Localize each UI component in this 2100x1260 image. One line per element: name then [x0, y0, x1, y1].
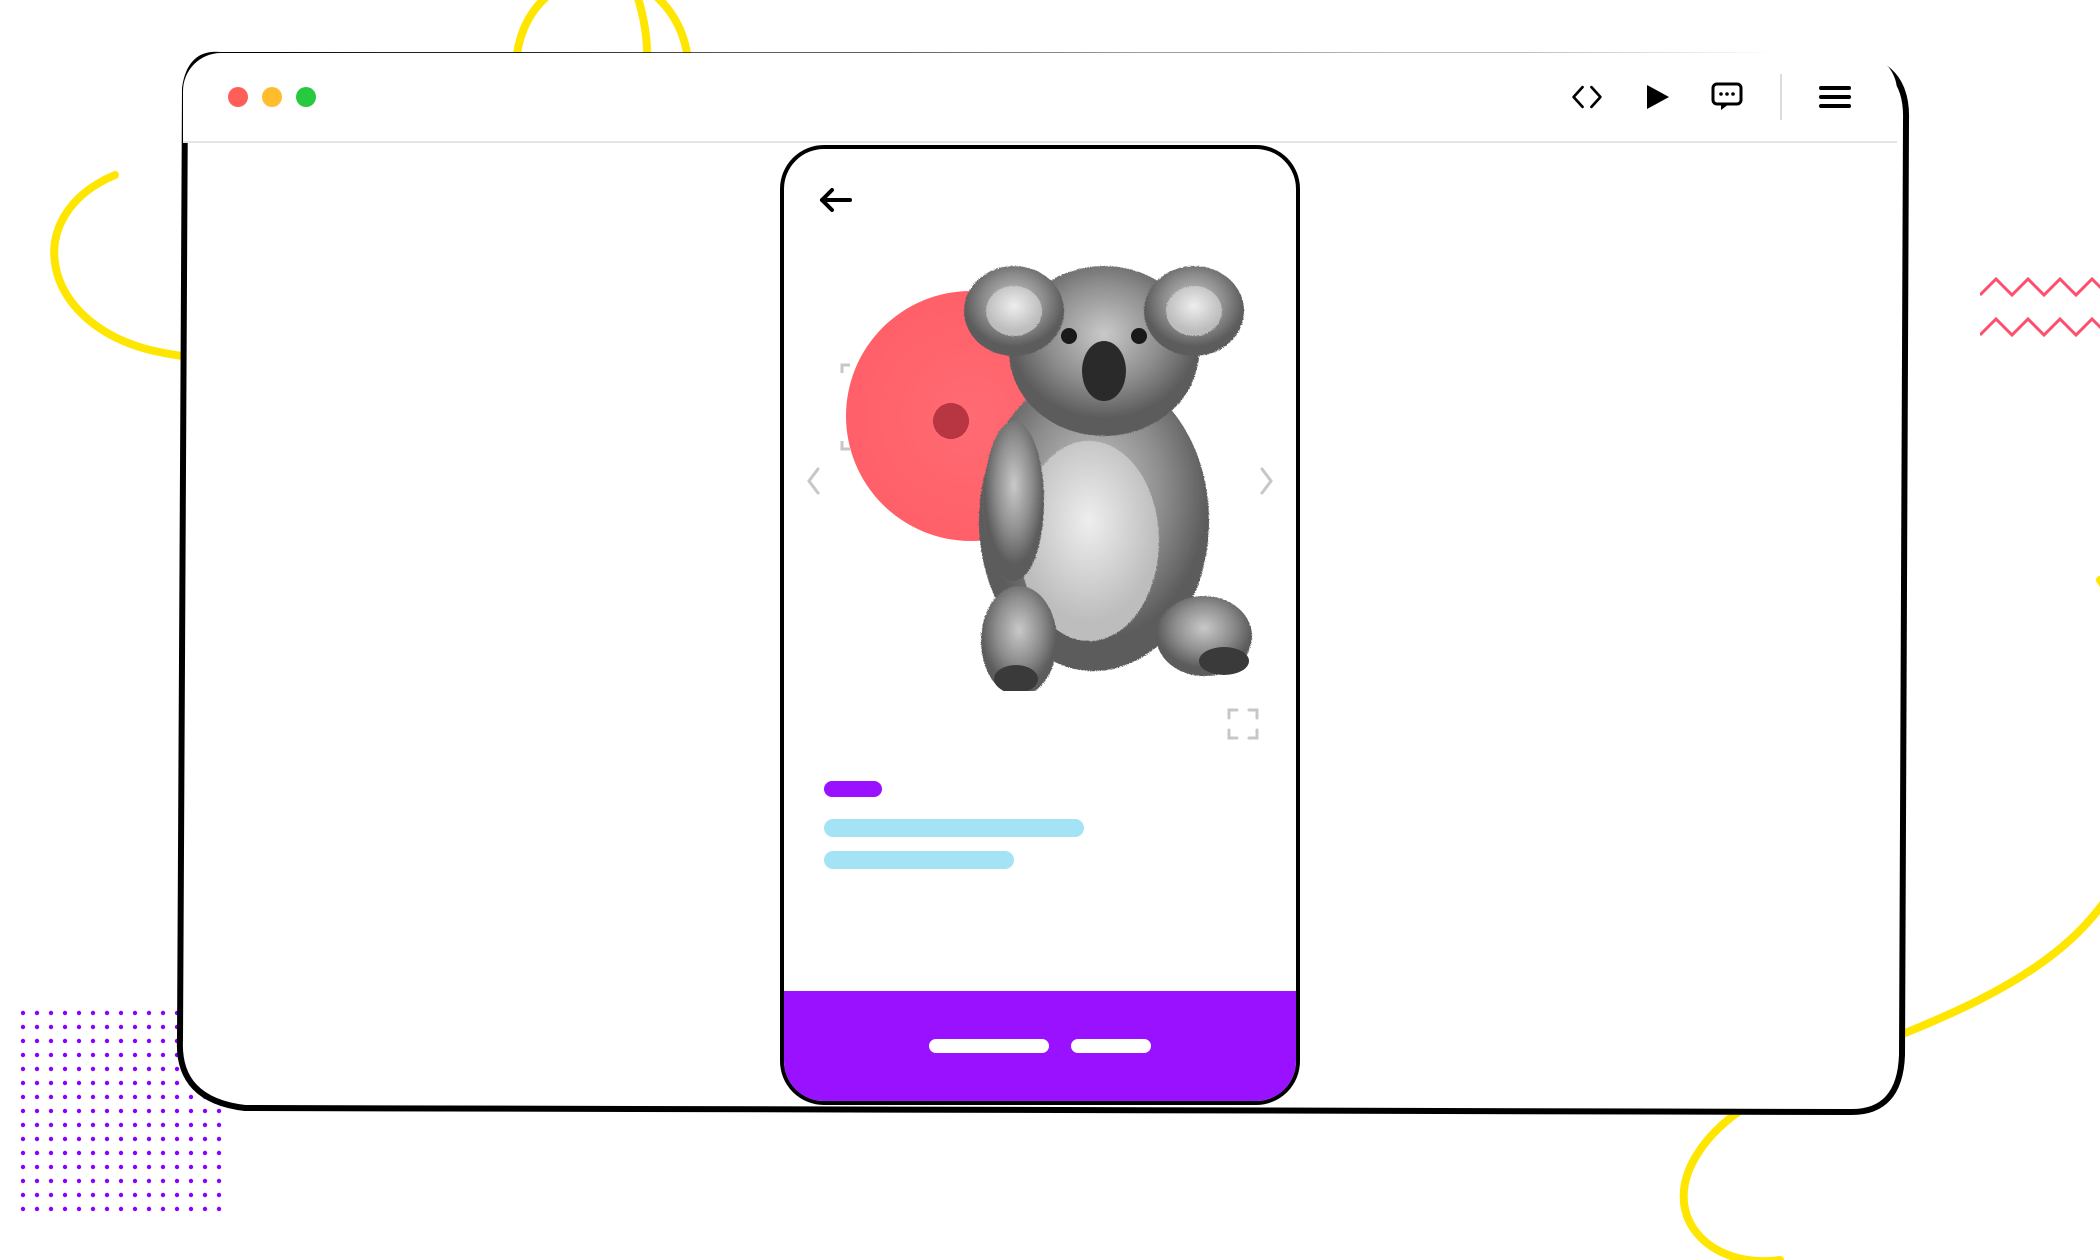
decor-zigzag [1980, 275, 2100, 375]
bottom-action-primary[interactable] [929, 1039, 1049, 1053]
hero-artwork [784, 231, 1296, 731]
phone-header [784, 149, 1296, 219]
code-icon[interactable] [1570, 80, 1604, 114]
comment-icon[interactable] [1710, 80, 1744, 114]
play-icon[interactable] [1640, 80, 1674, 114]
window-maximize-button[interactable] [296, 87, 316, 107]
koala-image [904, 241, 1274, 691]
toolbar-separator [1780, 74, 1782, 120]
bottom-action-secondary[interactable] [1071, 1039, 1151, 1053]
phone-mockup [780, 145, 1300, 1105]
back-arrow-icon[interactable] [816, 181, 854, 219]
preview-canvas [183, 143, 1897, 1107]
content-block [784, 731, 1296, 869]
menu-icon[interactable] [1818, 80, 1852, 114]
toolbar [1570, 74, 1852, 120]
hero-carousel [784, 231, 1296, 731]
text-line-placeholder [824, 819, 1084, 837]
app-window [150, 30, 1930, 1130]
traffic-lights [228, 87, 316, 107]
window-close-button[interactable] [228, 87, 248, 107]
bottom-action-bar [784, 991, 1296, 1101]
tag-placeholder [824, 781, 882, 797]
window-minimize-button[interactable] [262, 87, 282, 107]
text-line-placeholder [824, 851, 1014, 869]
title-bar [183, 53, 1897, 143]
expand-icon[interactable] [1226, 707, 1260, 741]
